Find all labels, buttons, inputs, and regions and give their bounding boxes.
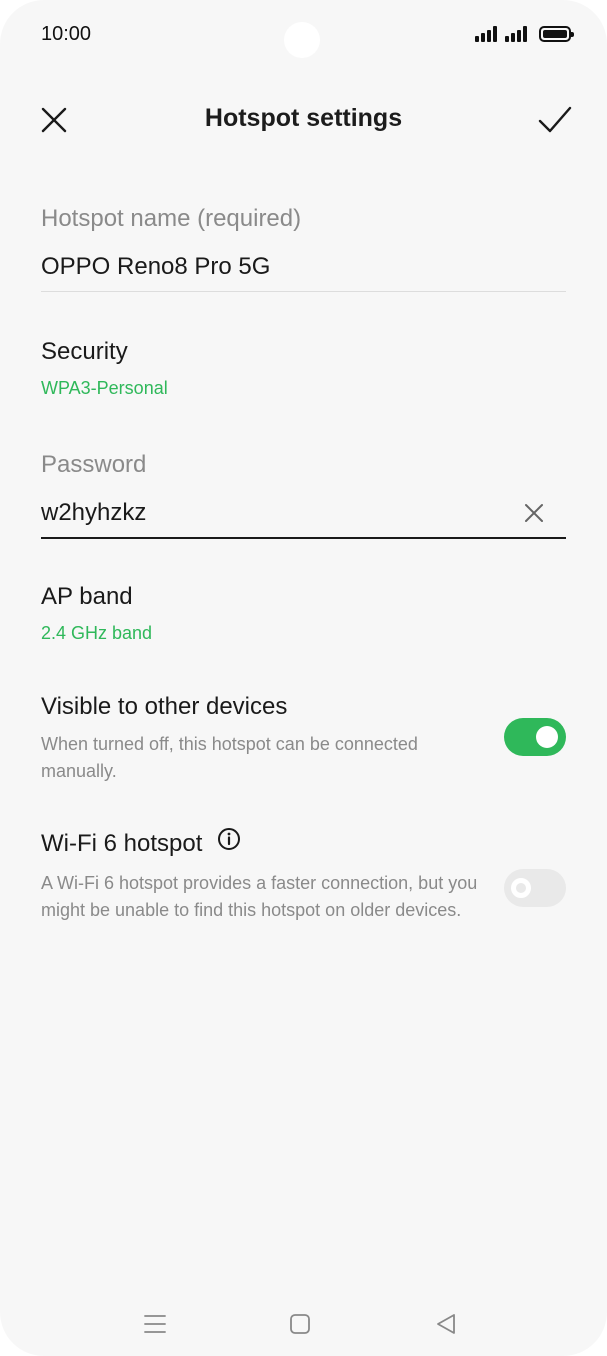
hotspot-name-divider	[41, 291, 566, 292]
confirm-button[interactable]	[533, 98, 577, 142]
wifi6-description: A Wi-Fi 6 hotspot provides a faster conn…	[41, 873, 478, 921]
hotspot-name-input[interactable]: OPPO Reno8 Pro 5G	[41, 253, 566, 281]
security-title: Security	[41, 338, 128, 365]
clear-icon	[525, 504, 543, 522]
wifi6-toggle[interactable]	[504, 869, 566, 907]
security-value: WPA3-Personal	[41, 378, 168, 398]
front-camera	[284, 22, 320, 58]
navigation-bar	[0, 1290, 607, 1350]
visible-title: Visible to other devices	[41, 693, 288, 720]
menu-button[interactable]	[135, 1304, 175, 1344]
hotspot-name-field[interactable]: Hotspot name (required) OPPO Reno8 Pro 5…	[41, 205, 566, 292]
security-row[interactable]: Security WPA3-Personal	[41, 338, 566, 399]
password-divider	[41, 537, 566, 539]
back-icon	[437, 1314, 455, 1334]
back-button[interactable]	[426, 1304, 466, 1344]
visible-row: Visible to other devices When turned off…	[41, 693, 481, 785]
status-icons	[475, 26, 574, 42]
ap-band-value: 2.4 GHz band	[41, 623, 153, 643]
wifi6-title: Wi-Fi 6 hotspot	[41, 830, 203, 857]
page-title: Hotspot settings	[204, 104, 403, 132]
visible-toggle[interactable]	[504, 718, 566, 756]
phone-screen: 10:00 Hotspot settings Hotspot name (req…	[0, 0, 607, 1356]
battery-icon	[539, 26, 574, 42]
check-icon	[538, 106, 572, 133]
hotspot-name-label: Hotspot name (required)	[41, 205, 302, 232]
signal-icon	[505, 26, 527, 42]
signal-icon	[475, 26, 497, 42]
visible-description: When turned off, this hotspot can be con…	[41, 734, 418, 781]
wifi6-title-row: Wi-Fi 6 hotspot	[41, 827, 481, 858]
ap-band-row[interactable]: AP band 2.4 GHz band	[41, 583, 566, 644]
wifi6-row: Wi-Fi 6 hotspot A Wi-Fi 6 hotspot provid…	[41, 827, 481, 924]
home-icon	[290, 1314, 310, 1334]
status-bar: 10:00	[0, 0, 607, 70]
password-label: Password	[41, 451, 147, 478]
toolbar: Hotspot settings	[0, 90, 607, 150]
status-time: 10:00	[41, 23, 92, 45]
password-input[interactable]: w2hyhzkz	[41, 499, 566, 527]
info-icon[interactable]	[217, 827, 241, 858]
clear-password-button[interactable]	[520, 499, 548, 527]
toggle-knob	[511, 878, 531, 898]
menu-icon	[144, 1315, 166, 1333]
password-field[interactable]: Password w2hyhzkz	[41, 451, 566, 539]
toggle-knob	[536, 726, 558, 748]
home-button[interactable]	[280, 1304, 320, 1344]
ap-band-title: AP band	[41, 583, 133, 610]
